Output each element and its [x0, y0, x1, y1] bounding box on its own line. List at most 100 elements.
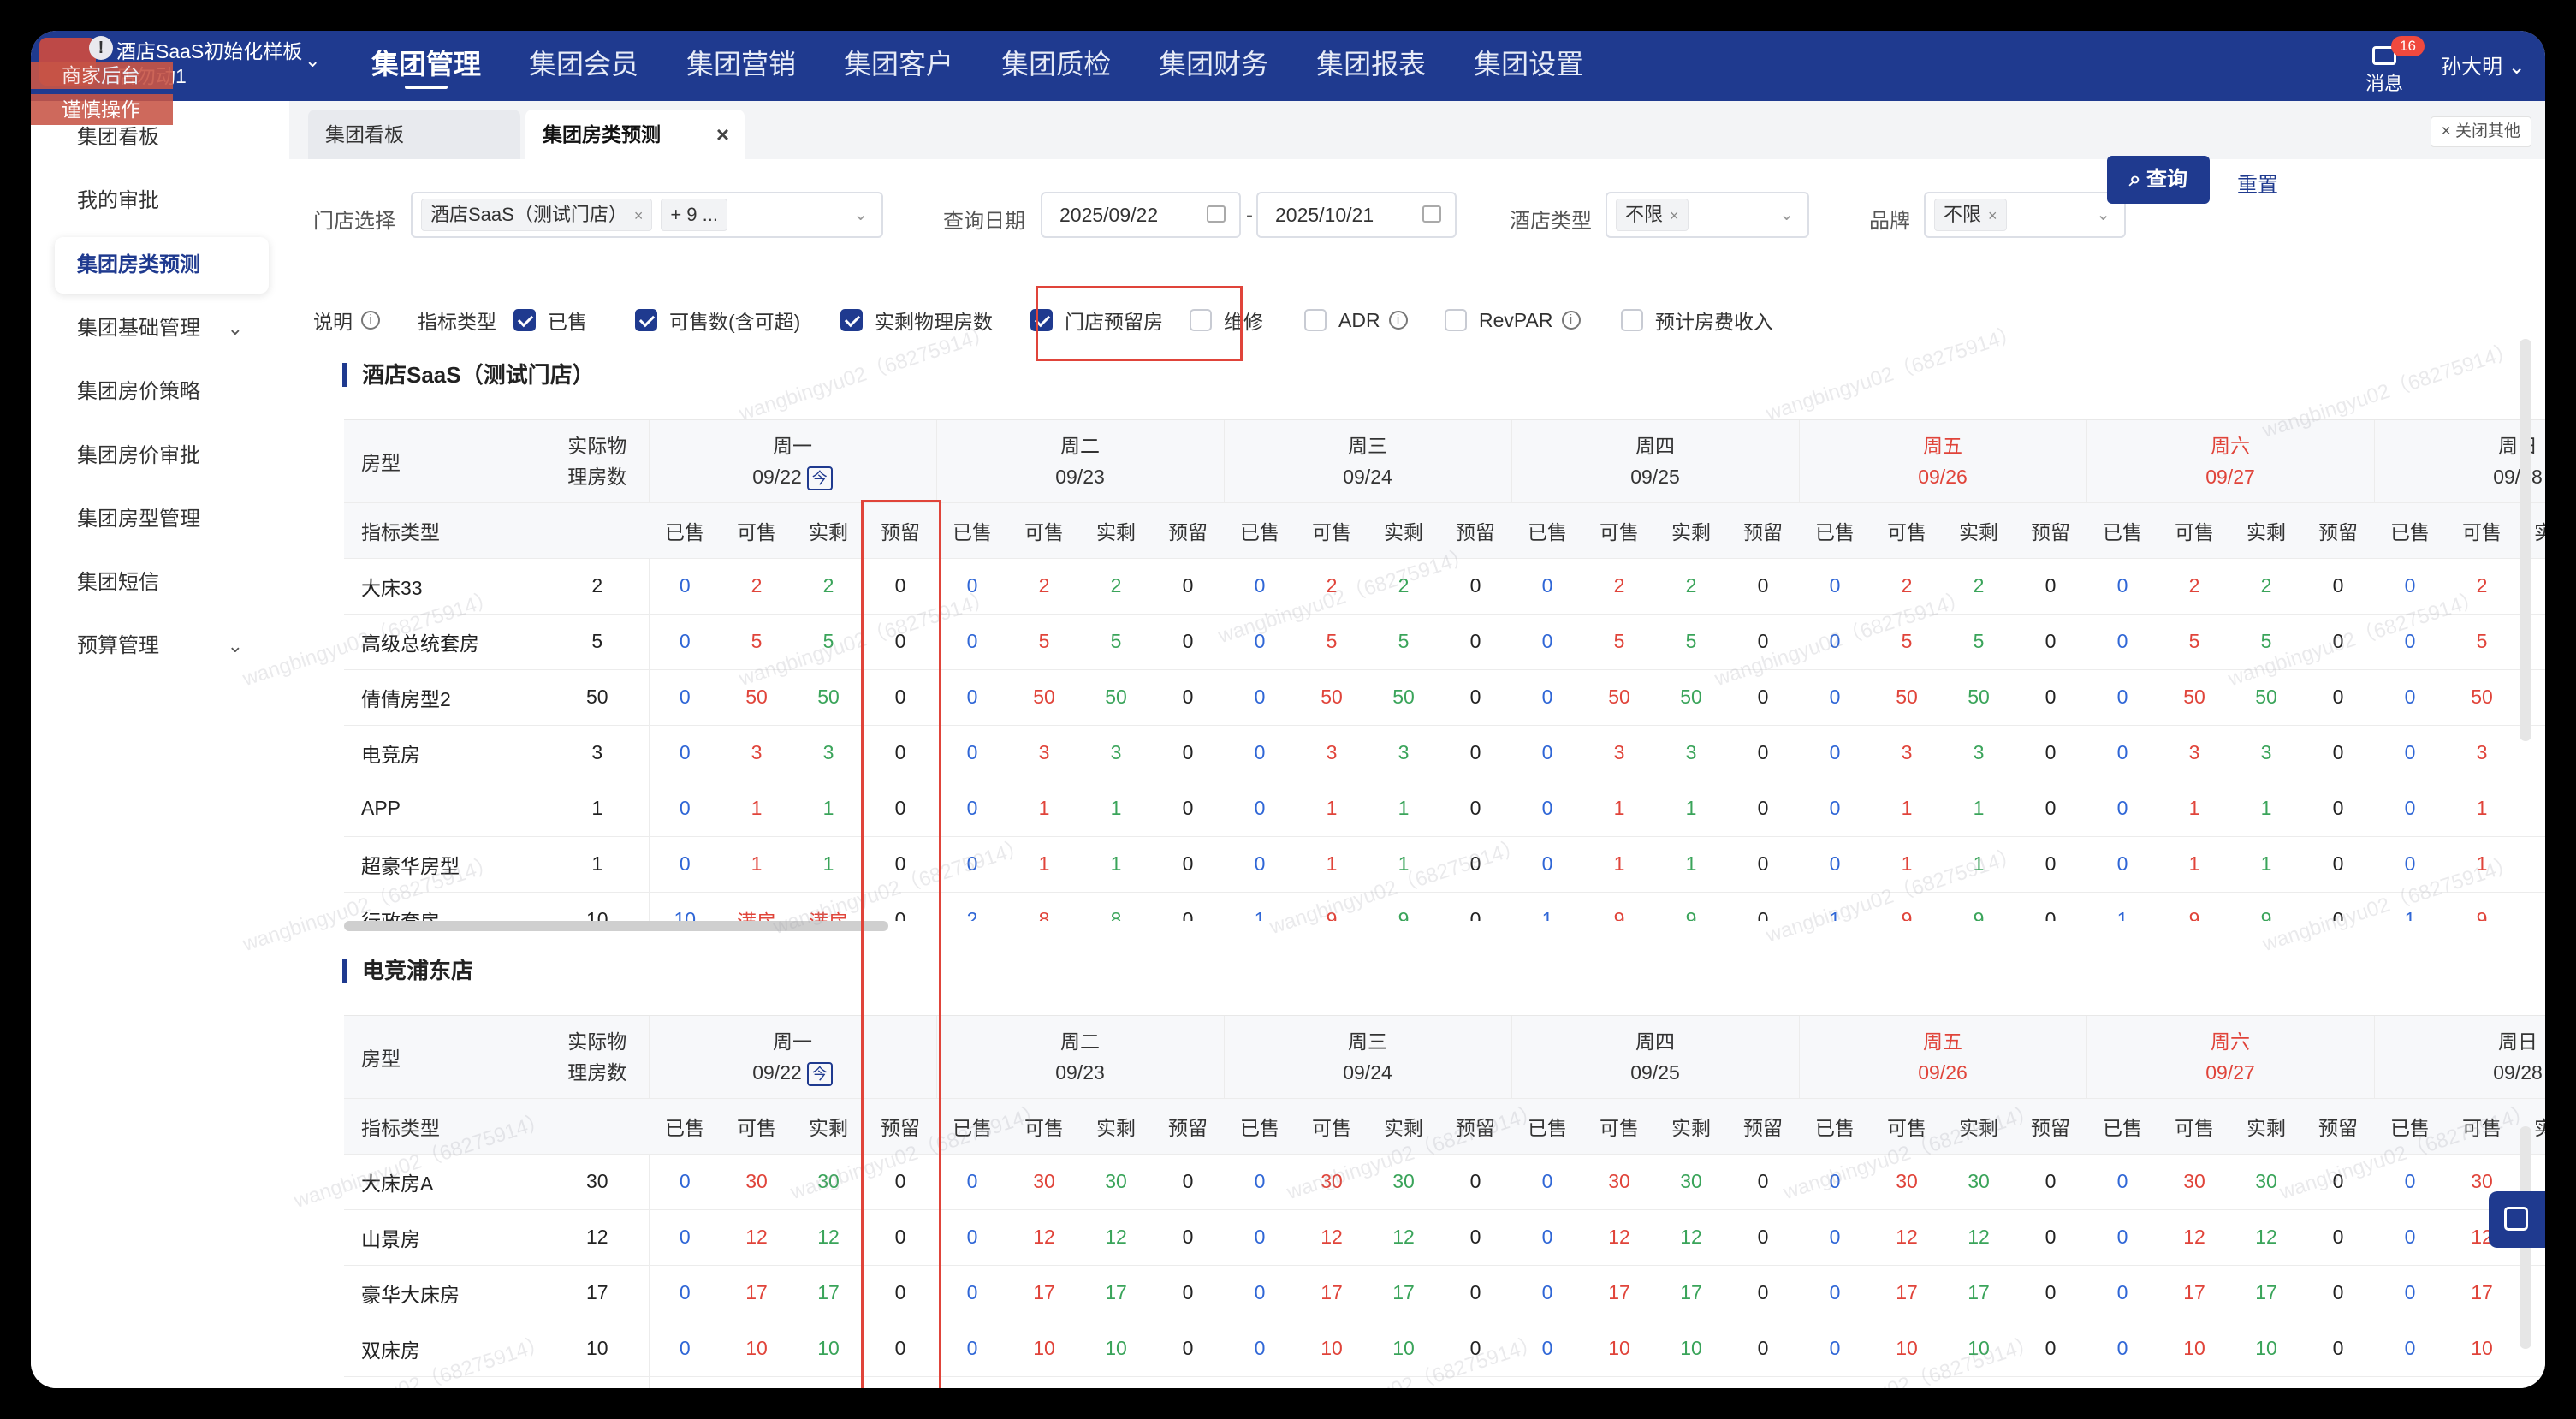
- metric-cell: 1: [792, 781, 864, 837]
- metric-cell: 69: [2158, 1376, 2230, 1388]
- sidebar-item-7[interactable]: 集团短信: [55, 555, 269, 611]
- user-menu[interactable]: 孙大明 ⌄: [2441, 50, 2526, 80]
- chevron-down-icon[interactable]: ⌄: [305, 50, 320, 72]
- checkbox-box[interactable]: [840, 309, 863, 331]
- nav-item-1[interactable]: 集团会员: [505, 31, 662, 101]
- metric-subheader: 实剩: [792, 502, 864, 559]
- info-icon[interactable]: i: [1388, 311, 1408, 330]
- checkbox-box[interactable]: [635, 309, 657, 331]
- close-icon[interactable]: ×: [716, 110, 729, 159]
- metric-subheader: 可售: [1871, 502, 1943, 559]
- metric-subheader: 实剩: [1943, 502, 2015, 559]
- metric-cell: 30: [1583, 1154, 1655, 1210]
- metric-cell: 30: [1368, 1154, 1439, 1210]
- nav-item-2[interactable]: 集团营销: [662, 31, 820, 101]
- metric-cell: 2: [936, 892, 1008, 921]
- nav-item-6[interactable]: 集团报表: [1292, 31, 1450, 101]
- metric-cell: 0: [2086, 1209, 2158, 1266]
- tab-group-dashboard[interactable]: 集团看板: [308, 110, 520, 159]
- close-others-button[interactable]: × 关闭其他: [2430, 116, 2531, 147]
- search-button[interactable]: ⌕ 查询: [2107, 156, 2210, 204]
- checkbox-box[interactable]: [1304, 309, 1327, 331]
- info-icon[interactable]: i: [1561, 311, 1581, 330]
- store-more-chip: + 9 ...: [661, 199, 727, 231]
- metric-subheader: 实剩: [1943, 1098, 2015, 1155]
- metric-cell: 0: [2374, 781, 2446, 837]
- checkbox-box[interactable]: [1621, 309, 1643, 331]
- day-header: 周六 09/27: [2086, 1016, 2375, 1099]
- nav-item-7[interactable]: 集团设置: [1450, 31, 1607, 101]
- day-header: 周五 09/26: [1799, 420, 2087, 503]
- metric-cell: 0: [1511, 781, 1583, 837]
- section-title: 酒店SaaS（测试门店）: [342, 363, 595, 387]
- sidebar-item-3[interactable]: 集团基础管理 ⌄: [55, 300, 269, 357]
- brand-select[interactable]: 不限 × ⌄: [1924, 192, 2126, 238]
- checkbox-2[interactable]: 实剩物理房数: [840, 303, 993, 337]
- sidebar-item-4[interactable]: 集团房价策略: [55, 364, 269, 420]
- checkbox-0[interactable]: 已售: [513, 303, 587, 337]
- reset-button[interactable]: 重置: [2237, 168, 2278, 198]
- metric-cell: 17: [1008, 1265, 1080, 1321]
- date-value: 09/25: [1630, 465, 1680, 488]
- metric-cell: 0: [936, 725, 1008, 781]
- sidebar-item-2[interactable]: 集团房类预测: [55, 236, 269, 294]
- day-header: 周三 09/24: [1224, 420, 1512, 503]
- metric-cell: 0: [1224, 669, 1296, 726]
- sidebar-item-8[interactable]: 预算管理 ⌄: [55, 618, 269, 674]
- date-start-field[interactable]: 2025/09/22: [1041, 192, 1241, 238]
- metric-cell: 0: [1799, 669, 1871, 726]
- checkbox-box[interactable]: [513, 309, 536, 331]
- checkbox-box[interactable]: [1445, 309, 1467, 331]
- metric-cell: 2: [792, 558, 864, 615]
- physical-rooms-value: 69: [546, 1376, 650, 1388]
- metric-cell: 3: [1080, 725, 1152, 781]
- metric-cell: 2: [1871, 558, 1943, 615]
- checkbox-6[interactable]: RevPAR i: [1445, 303, 1581, 337]
- vertical-scrollbar[interactable]: [2520, 339, 2531, 741]
- nav-item-4[interactable]: 集团质检: [977, 31, 1135, 101]
- metric-cell: 0: [1727, 558, 1799, 615]
- nav-item-3[interactable]: 集团客户: [820, 31, 977, 101]
- subheader-row: 指标类型 已售 可售 实剩 预留 已售 可售 实剩 预留 已售 可售 实剩 预留 已售 可售 实剩 预留 已售 可售…: [344, 1098, 2545, 1155]
- nav-item-0[interactable]: 集团管理: [347, 31, 505, 101]
- sidebar-item-1[interactable]: 我的审批: [55, 173, 269, 229]
- metric-subheader: 可售: [721, 502, 792, 559]
- info-icon[interactable]: i: [361, 311, 380, 330]
- hotel-type-select[interactable]: 不限 × ⌄: [1606, 192, 1809, 238]
- metric-cell: 0: [1224, 836, 1296, 893]
- messages-button[interactable]: 16 消息: [2359, 36, 2425, 98]
- remove-icon[interactable]: ×: [634, 207, 644, 224]
- sidebar-item-5[interactable]: 集团房价审批: [55, 428, 269, 484]
- store-select[interactable]: 酒店SaaS（测试门店） × + 9 ... ⌄: [411, 192, 883, 238]
- metric-cell: 10: [1080, 1321, 1152, 1377]
- metric-cell: 0: [2302, 558, 2374, 615]
- metric-subheader: 预留: [1727, 1098, 1799, 1155]
- checkbox-1[interactable]: 可售数(含可超): [635, 303, 800, 337]
- remove-icon[interactable]: ×: [1670, 207, 1679, 224]
- metric-cell: 0: [2015, 725, 2086, 781]
- date-value: 09/28: [2493, 465, 2543, 488]
- feedback-float-button[interactable]: [2489, 1191, 2545, 1248]
- date-label: 09/25: [1512, 461, 1799, 492]
- sidebar-item-label: 集团房型管理: [77, 507, 200, 531]
- sidebar-item-6[interactable]: 集团房型管理: [55, 491, 269, 548]
- metric-cell: 1: [1655, 781, 1727, 837]
- tab-room-forecast[interactable]: 集团房类预测 ×: [525, 110, 745, 159]
- metric-cell: 9: [1368, 892, 1439, 921]
- horizontal-scrollbar[interactable]: [344, 921, 888, 931]
- metric-cell: 3: [1008, 725, 1080, 781]
- room-type-name: 高级总统套房: [344, 614, 546, 670]
- date-value: 09/23: [1055, 465, 1105, 488]
- nav-item-5[interactable]: 集团财务: [1135, 31, 1292, 101]
- brand-chip: 不限 ×: [1934, 199, 2007, 231]
- metric-cell: 1: [1080, 836, 1152, 893]
- checkbox-7[interactable]: 预计房费收入: [1621, 303, 1773, 337]
- metric-cell: 5: [2158, 614, 2230, 670]
- metric-subheader: 实剩: [1080, 1098, 1152, 1155]
- checkbox-5[interactable]: ADR i: [1304, 303, 1408, 337]
- remove-icon[interactable]: ×: [1988, 207, 1997, 224]
- date-label: 09/24: [1225, 1057, 1511, 1088]
- metric-cell: 0: [1799, 1209, 1871, 1266]
- app-switcher[interactable]: ! 酒店SaaS初始化样板店勿动1 商家后台 ⌄: [31, 31, 322, 101]
- date-end-field[interactable]: 2025/10/21: [1256, 192, 1457, 238]
